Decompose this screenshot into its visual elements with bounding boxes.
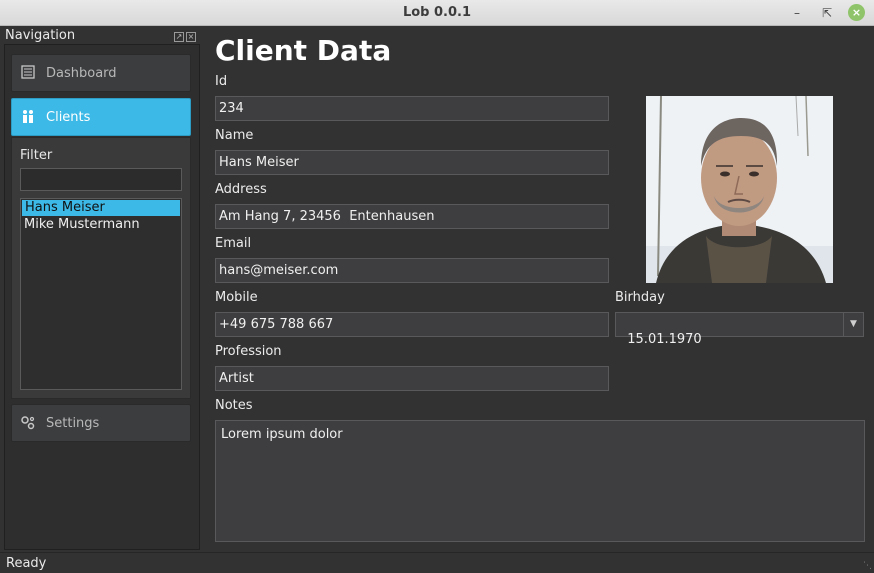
birthday-value: 15.01.1970 (627, 332, 702, 347)
list-item[interactable]: Hans Meiser (22, 200, 180, 216)
nav-settings-label: Settings (46, 416, 100, 431)
window-titlebar: Lob 0.0.1 – ⇱ × (0, 0, 874, 26)
name-label: Name (215, 128, 254, 143)
resize-grip-icon[interactable]: ⋱ (862, 561, 872, 571)
profession-field[interactable]: Artist (215, 366, 609, 391)
birthday-combo[interactable]: 15.01.1970 ▼ (615, 312, 864, 347)
nav-dashboard-label: Dashboard (46, 66, 117, 81)
mobile-field[interactable]: +49 675 788 667 (215, 312, 609, 337)
birthday-label: Birhday (615, 290, 665, 305)
close-dock-icon[interactable]: × (186, 32, 196, 42)
close-icon[interactable]: × (848, 4, 865, 21)
status-text: Ready (6, 556, 47, 571)
page-title: Client Data (215, 34, 392, 67)
status-bar: Ready ⋱ (0, 552, 874, 573)
clients-panel: Filter Hans Meiser Mike Mustermann (11, 137, 191, 399)
filter-label: Filter (20, 148, 53, 163)
nav-settings-button[interactable]: Settings (11, 404, 191, 442)
minimize-icon[interactable]: – (788, 4, 806, 22)
maximize-icon[interactable]: ⇱ (818, 4, 836, 22)
notes-textarea[interactable]: Lorem ipsum dolor (215, 420, 865, 542)
client-photo (646, 96, 833, 283)
profession-label: Profession (215, 344, 282, 359)
navigation-dock: Dashboard Clients Filter Hans Meiser Mik… (4, 44, 200, 550)
nav-clients-button[interactable]: Clients (11, 98, 191, 136)
id-field[interactable]: 234 (215, 96, 609, 121)
nav-dashboard-button[interactable]: Dashboard (11, 54, 191, 92)
list-item[interactable]: Mike Mustermann (21, 217, 181, 233)
gears-icon (20, 415, 36, 431)
dashboard-icon (20, 65, 36, 81)
nav-clients-label: Clients (46, 110, 91, 125)
dock-controls: ↗ × (172, 28, 196, 43)
window-title: Lob 0.0.1 (402, 5, 472, 20)
notes-label: Notes (215, 398, 253, 413)
float-dock-icon[interactable]: ↗ (174, 32, 184, 42)
address-field[interactable]: Am Hang 7, 23456 Entenhausen (215, 204, 609, 229)
mobile-label: Mobile (215, 290, 258, 305)
address-label: Address (215, 182, 267, 197)
email-field[interactable]: hans@meiser.com (215, 258, 609, 283)
email-label: Email (215, 236, 252, 251)
name-field[interactable]: Hans Meiser (215, 150, 609, 175)
id-label: Id (215, 74, 228, 89)
filter-input[interactable] (20, 168, 182, 191)
navigation-dock-title: Navigation (5, 28, 76, 43)
client-list[interactable]: Hans Meiser Mike Mustermann (20, 198, 182, 390)
people-icon (20, 109, 36, 125)
chevron-down-icon[interactable]: ▼ (843, 313, 863, 336)
